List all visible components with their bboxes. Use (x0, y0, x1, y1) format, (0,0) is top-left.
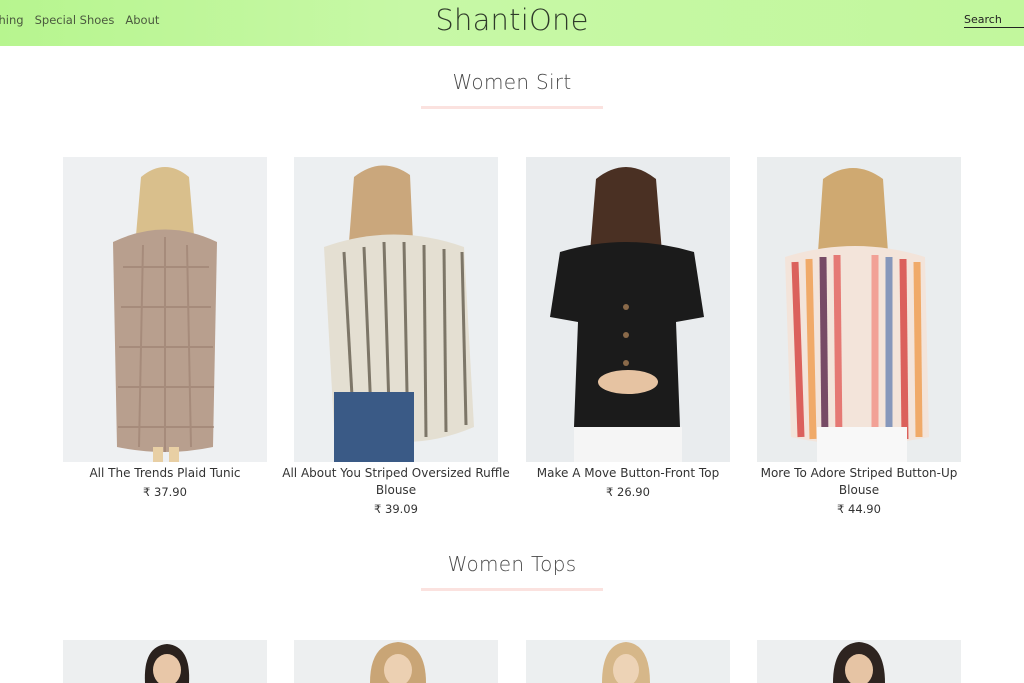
main-nav: thing Special Shoes About (0, 13, 159, 27)
section-title: Women Tops (447, 552, 577, 576)
top-bar: thing Special Shoes About ShantiOne Sear… (0, 0, 1024, 46)
product-price: ₹ 26.90 (606, 485, 650, 499)
search-input[interactable]: Search (964, 13, 1024, 28)
product-price: ₹ 44.90 (837, 502, 881, 516)
product-image[interactable] (757, 157, 961, 462)
product-name[interactable]: All The Trends Plaid Tunic (45, 465, 285, 482)
section-underline (421, 106, 603, 109)
product-image[interactable] (757, 640, 961, 683)
product-image[interactable] (63, 640, 267, 683)
page: thing Special Shoes About ShantiOne Sear… (0, 0, 1024, 683)
product-card[interactable]: All About You Striped Oversized Ruffle B… (276, 465, 516, 516)
section-title: Women Sirt (452, 70, 572, 94)
product-card[interactable]: All The Trends Plaid Tunic ₹ 37.90 (45, 465, 285, 499)
product-image[interactable] (63, 157, 267, 462)
product-image[interactable] (526, 640, 730, 683)
product-name[interactable]: Make A Move Button-Front Top (508, 465, 748, 482)
product-image[interactable] (526, 157, 730, 462)
product-image[interactable] (294, 640, 498, 683)
product-name[interactable]: All About You Striped Oversized Ruffle B… (276, 465, 516, 499)
nav-link-about[interactable]: About (125, 13, 159, 27)
product-price: ₹ 39.09 (374, 502, 418, 516)
section-underline (421, 588, 603, 591)
product-card[interactable]: Make A Move Button-Front Top ₹ 26.90 (508, 465, 748, 499)
product-image[interactable] (294, 157, 498, 462)
nav-link-special-shoes[interactable]: Special Shoes (35, 13, 115, 27)
product-name[interactable]: More To Adore Striped Button-Up Blouse (739, 465, 979, 499)
nav-link-clothing[interactable]: thing (0, 13, 24, 27)
product-price: ₹ 37.90 (143, 485, 187, 499)
product-card[interactable]: More To Adore Striped Button-Up Blouse ₹… (739, 465, 979, 516)
